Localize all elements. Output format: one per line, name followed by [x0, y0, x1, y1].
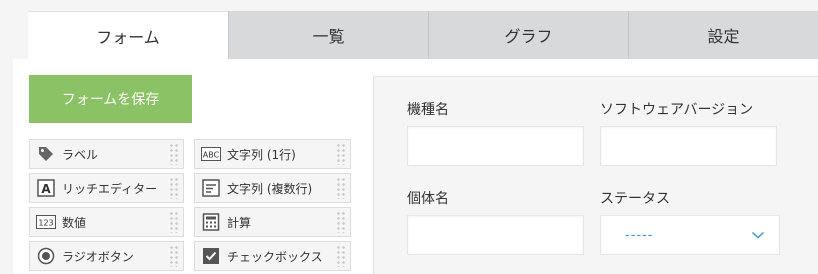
chevron-down-icon	[751, 228, 765, 242]
palette-item-calculation[interactable]: 計算	[194, 207, 351, 237]
drag-handle-icon[interactable]	[169, 245, 179, 267]
palette-item-calculation-label: 計算	[227, 215, 252, 230]
tab-form-label: フォーム	[96, 27, 160, 47]
tag-icon	[35, 143, 57, 165]
drag-handle-icon[interactable]	[336, 143, 346, 165]
palette-item-multi-line-text[interactable]: 文字列 (複数行)	[194, 173, 351, 203]
tab-graph[interactable]: グラフ	[428, 11, 628, 59]
tab-settings-label: 設定	[707, 27, 740, 46]
drag-handle-icon[interactable]	[169, 211, 179, 233]
palette-item-single-line-text[interactable]: ABC 文字列 (1行)	[194, 139, 351, 169]
number-icon: 123	[35, 211, 57, 233]
drag-handle-icon[interactable]	[169, 143, 179, 165]
status-dropdown[interactable]: -----	[600, 215, 780, 255]
tab-settings[interactable]: 設定	[628, 11, 818, 59]
tab-bar: フォーム 一覧 グラフ 設定	[28, 11, 818, 59]
palette-item-radio-button-label: ラジオボタン	[62, 249, 134, 264]
software-version-input[interactable]	[600, 126, 777, 166]
palette-item-number[interactable]: 123 数値	[29, 207, 184, 237]
palette-item-label-text: ラベル	[62, 147, 99, 162]
tab-list-label: 一覧	[312, 27, 345, 46]
palette-item-checkbox[interactable]: チェックボックス	[194, 241, 351, 271]
multiline-text-icon	[200, 177, 222, 199]
svg-text:123: 123	[38, 219, 53, 228]
palette-item-single-line-text-label: 文字列 (1行)	[227, 147, 296, 162]
unit-name-input[interactable]	[407, 215, 584, 255]
abc-text-icon: ABC	[200, 143, 222, 165]
rich-text-icon: A	[35, 177, 57, 199]
tab-graph-label: グラフ	[504, 27, 553, 46]
svg-text:ABC: ABC	[203, 151, 220, 160]
field-label-model-name: 機種名	[407, 102, 449, 118]
drag-handle-icon[interactable]	[169, 177, 179, 199]
palette-item-rich-editor-label: リッチエディター	[62, 181, 158, 196]
palette-item-multi-line-text-label: 文字列 (複数行)	[227, 181, 313, 196]
palette-item-radio-button[interactable]: ラジオボタン	[29, 241, 184, 271]
tab-form[interactable]: フォーム	[28, 11, 228, 59]
drag-handle-icon[interactable]	[336, 177, 346, 199]
model-name-input[interactable]	[407, 126, 584, 166]
status-dropdown-value: -----	[625, 227, 654, 243]
form-layout-canvas: 機種名 ソフトウェアバージョン 個体名 ステータス -----	[373, 76, 818, 274]
palette-item-number-label: 数値	[62, 215, 87, 230]
drag-handle-icon[interactable]	[336, 245, 346, 267]
field-label-unit-name: 個体名	[407, 191, 449, 207]
field-label-software-version: ソフトウェアバージョン	[600, 102, 754, 118]
palette-item-checkbox-label: チェックボックス	[227, 249, 323, 264]
radio-button-icon	[35, 245, 57, 267]
drag-handle-icon[interactable]	[336, 211, 346, 233]
palette-item-rich-editor[interactable]: A リッチエディター	[29, 173, 184, 203]
field-label-status: ステータス	[600, 191, 670, 207]
checkbox-icon	[200, 245, 222, 267]
svg-text:A: A	[41, 182, 51, 196]
save-form-button[interactable]: フォームを保存	[29, 75, 192, 123]
calculator-icon	[200, 211, 222, 233]
tab-list[interactable]: 一覧	[228, 11, 428, 59]
palette-item-label[interactable]: ラベル	[29, 139, 184, 169]
